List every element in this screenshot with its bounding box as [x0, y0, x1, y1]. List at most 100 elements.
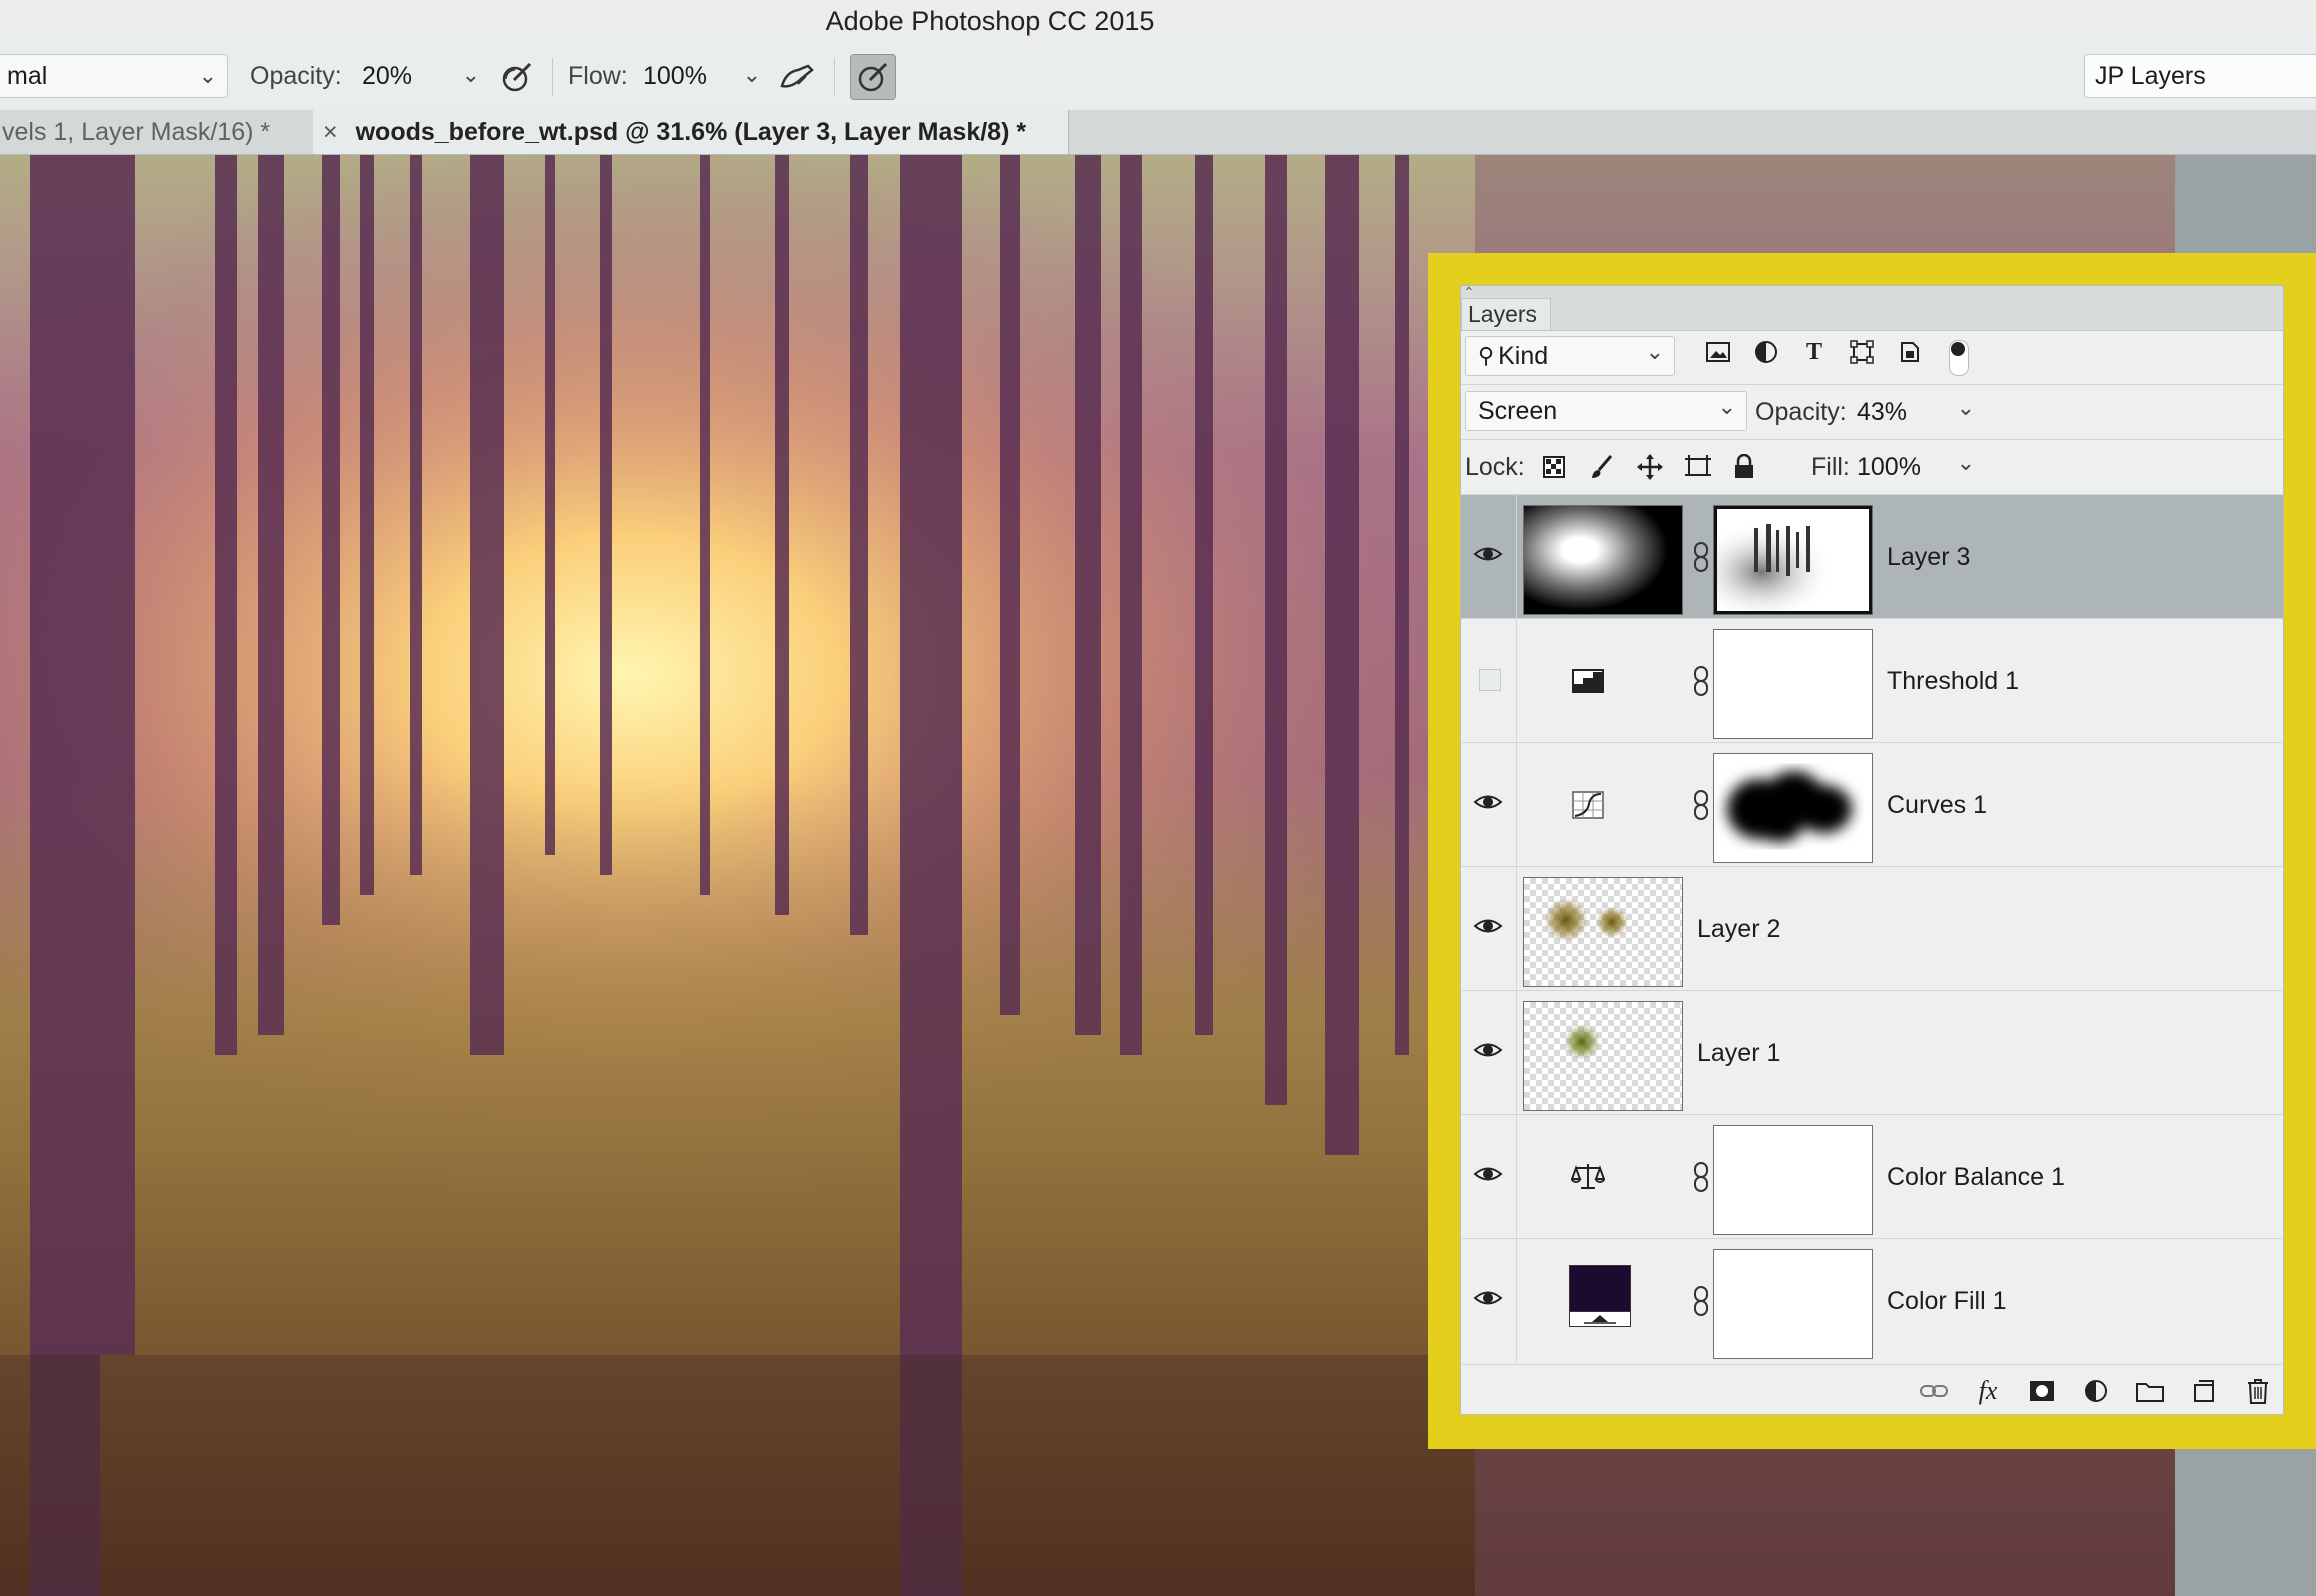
layer-name[interactable]: Layer 1 [1697, 991, 1780, 1115]
layer-opacity-field[interactable]: 43% ⌄ [1857, 393, 1977, 431]
chevron-down-icon: ⌄ [461, 62, 480, 87]
layers-panel: ⌃ Layers ⚲ Kind ⌄ T Screen ⌄ Opacity: 43… [1460, 285, 2284, 1415]
lock-row: Lock: Fill: 100% ⌄ [1461, 440, 2283, 495]
layer-name[interactable]: Color Fill 1 [1887, 1239, 2006, 1363]
filter-toggle[interactable] [1949, 340, 1969, 376]
lock-position-icon[interactable] [1633, 445, 1667, 489]
airbrush-button[interactable] [774, 54, 820, 100]
balance-scale-icon [1571, 1164, 1605, 1189]
fill-label: Fill: [1811, 452, 1850, 481]
flow-value: 100% [643, 61, 707, 90]
pressure-size-button[interactable] [850, 54, 896, 100]
divider [1516, 743, 1517, 867]
flow-dropdown[interactable]: 100% ⌄ [643, 54, 761, 98]
triangle-icon [1584, 1315, 1616, 1324]
separator [834, 58, 835, 96]
brush-mode-select[interactable]: mal ⌄ [0, 54, 228, 98]
layer-row[interactable]: Layer 3 [1461, 495, 2283, 619]
type-filter-icon[interactable]: T [1797, 330, 1831, 374]
tab-layers[interactable]: Layers [1461, 298, 1551, 330]
lock-all-icon[interactable] [1727, 445, 1761, 489]
curves-adjustment-icon [1572, 791, 1604, 819]
layer-name[interactable]: Layer 2 [1697, 867, 1780, 991]
fx-icon[interactable]: fx [1961, 1369, 2015, 1413]
new-group-folder-icon[interactable] [2123, 1369, 2177, 1413]
pressure-pen-icon [502, 62, 532, 92]
layer-name[interactable]: Threshold 1 [1887, 619, 2019, 743]
blend-mode-value: Screen [1478, 396, 1558, 425]
eye-icon[interactable] [1473, 911, 1503, 941]
visibility-toggle[interactable] [1479, 669, 1501, 691]
layer-mask-thumbnail[interactable] [1713, 753, 1873, 863]
workspace-switcher[interactable]: JP Layers [2084, 54, 2316, 98]
layer-thumbnail[interactable] [1523, 877, 1683, 987]
document-tab-woods[interactable]: × woods_before_wt.psd @ 31.6% (Layer 3, … [313, 110, 1069, 154]
layer-opacity-label: Opacity: [1755, 397, 1847, 426]
search-icon: ⚲ [1478, 343, 1495, 368]
close-tab-icon[interactable]: × [323, 118, 338, 147]
opacity-value: 20% [362, 61, 413, 90]
layer-row[interactable]: Layer 1 [1461, 991, 2283, 1115]
layer-mask-thumbnail[interactable] [1713, 629, 1873, 739]
opacity-dropdown[interactable]: 20% ⌄ [362, 54, 480, 98]
airbrush-icon [780, 64, 814, 88]
trash-icon[interactable] [2231, 1369, 2283, 1413]
chain-link-icon[interactable] [1691, 665, 1711, 697]
chain-link-icon[interactable] [1691, 1285, 1711, 1317]
layer-thumbnail[interactable] [1523, 505, 1683, 615]
pixel-filter-icon[interactable] [1701, 330, 1735, 374]
layer-opacity-value: 43% [1857, 397, 1908, 426]
layer-row[interactable]: Layer 2 [1461, 867, 2283, 991]
new-layer-icon[interactable] [2177, 1369, 2231, 1413]
add-mask-icon[interactable] [2015, 1369, 2069, 1413]
eye-icon[interactable] [1473, 1283, 1503, 1313]
title-bar: Adobe Photoshop CC 2015 [0, 0, 2316, 45]
layer-name[interactable]: Color Balance 1 [1887, 1115, 2065, 1239]
panel-footer: fx [1461, 1364, 2283, 1414]
eye-icon[interactable] [1473, 787, 1503, 817]
new-adjustment-layer-icon[interactable] [2069, 1369, 2123, 1413]
link-layers-icon[interactable] [1907, 1369, 1961, 1413]
lock-image-pixels-icon[interactable] [1585, 445, 1619, 489]
chevron-down-icon: ⌄ [1717, 394, 1736, 419]
smart-object-filter-icon[interactable] [1893, 330, 1927, 374]
pressure-opacity-icon[interactable] [494, 54, 540, 100]
layer-row[interactable]: Color Fill 1 [1461, 1239, 2283, 1363]
layer-mask-thumbnail[interactable] [1713, 1249, 1873, 1359]
document-tab-bar: vels 1, Layer Mask/16) * × woods_before_… [0, 110, 2316, 155]
panel-header: ⌃ Layers [1461, 286, 2283, 331]
toggle-knob-icon [1951, 342, 1965, 356]
shape-filter-icon[interactable] [1845, 330, 1879, 374]
chain-link-icon[interactable] [1691, 541, 1711, 573]
adjustment-filter-icon[interactable] [1749, 330, 1783, 374]
app-title: Adobe Photoshop CC 2015 [825, 6, 1155, 36]
layer-mask-thumbnail[interactable] [1713, 1125, 1873, 1235]
document-tab-levels[interactable]: vels 1, Layer Mask/16) * [0, 110, 315, 154]
eye-icon[interactable] [1473, 1035, 1503, 1065]
threshold-adjustment-icon [1572, 669, 1604, 693]
layer-name[interactable]: Curves 1 [1887, 743, 1987, 867]
layer-row[interactable]: Color Balance 1 [1461, 1115, 2283, 1239]
eye-icon[interactable] [1473, 1159, 1503, 1189]
chevron-down-icon: ⌄ [1956, 395, 1975, 420]
layer-mask-thumbnail[interactable] [1713, 505, 1873, 615]
chain-link-icon[interactable] [1691, 1161, 1711, 1193]
eye-icon[interactable] [1473, 539, 1503, 569]
lock-artboard-icon[interactable] [1681, 445, 1715, 489]
lock-transparent-pixels-icon[interactable] [1537, 445, 1571, 489]
fill-field[interactable]: 100% ⌄ [1857, 448, 1977, 486]
fill-value: 100% [1857, 452, 1921, 481]
opacity-label: Opacity: [250, 61, 342, 90]
layer-row[interactable]: Curves 1 [1461, 743, 2283, 867]
filter-kind-select[interactable]: ⚲ Kind ⌄ [1465, 336, 1675, 376]
layer-thumbnail[interactable] [1523, 1001, 1683, 1111]
blend-mode-select[interactable]: Screen ⌄ [1465, 391, 1747, 431]
divider [1516, 495, 1517, 619]
divider [1516, 1115, 1517, 1239]
chevron-down-icon: ⌄ [1645, 339, 1664, 364]
flow-label: Flow: [568, 61, 628, 90]
color-fill-swatch[interactable] [1569, 1265, 1631, 1327]
layer-name[interactable]: Layer 3 [1887, 495, 1970, 619]
chain-link-icon[interactable] [1691, 789, 1711, 821]
layer-row[interactable]: Threshold 1 [1461, 619, 2283, 743]
